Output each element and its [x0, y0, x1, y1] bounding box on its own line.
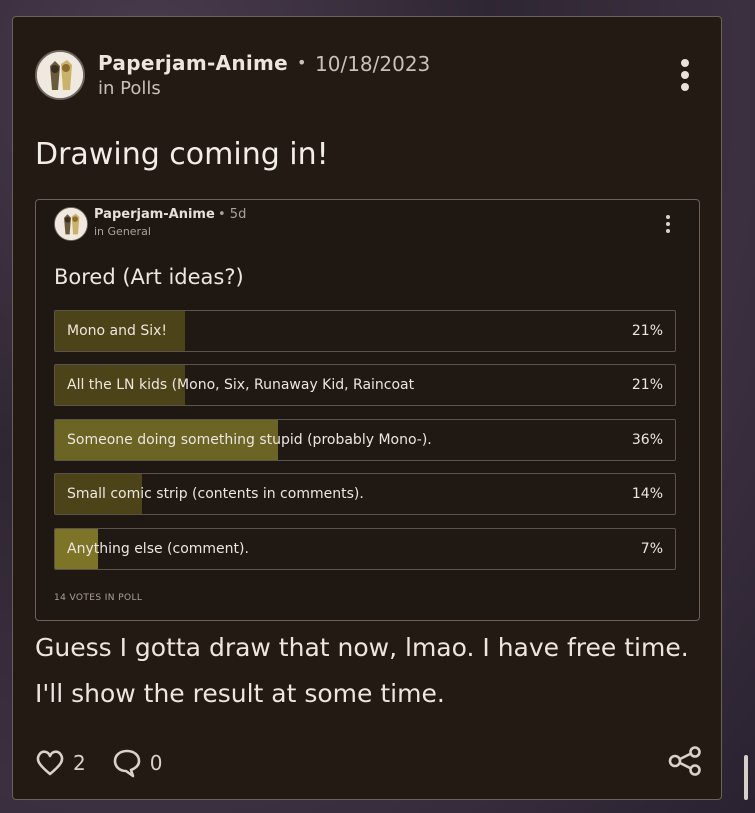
share-button[interactable] — [668, 746, 702, 780]
poll-option[interactable]: All the LN kids (Mono, Six, Runaway Kid,… — [54, 364, 676, 406]
post-category[interactable]: in Polls — [98, 78, 161, 99]
author-name[interactable]: Paperjam-Anime — [98, 51, 288, 75]
post-title: Drawing coming in! — [35, 137, 329, 172]
poll-option-percent: 21% — [631, 377, 663, 393]
shared-post-category: in General — [94, 225, 151, 238]
share-icon — [668, 746, 701, 776]
speech-bubble-icon — [113, 749, 141, 778]
poll-option-label: Someone doing something stupid (probably… — [67, 432, 432, 448]
shared-author-name: Paperjam-Anime — [94, 207, 215, 222]
heart-icon — [36, 750, 64, 776]
poll-option[interactable]: Someone doing something stupid (probably… — [54, 419, 676, 461]
post-body-line: Guess I gotta draw that now, lmao. I hav… — [35, 633, 689, 662]
post-actions: 2 0 — [35, 745, 188, 781]
poll-option[interactable]: Anything else (comment). 7% — [54, 528, 676, 570]
poll-option-percent: 21% — [631, 323, 663, 339]
meta-separator: • — [297, 53, 307, 72]
poll-option-label: Mono and Six! — [67, 323, 167, 339]
post-body-line: I'll show the result at some time. — [35, 679, 445, 708]
like-count: 2 — [73, 751, 86, 775]
poll-vote-count: 14 VOTES IN POLL — [54, 593, 143, 603]
poll-option-percent: 7% — [640, 541, 663, 557]
scrollbar-thumb[interactable] — [744, 755, 748, 800]
poll-option-percent: 36% — [631, 432, 663, 448]
poll-option-label: Anything else (comment). — [67, 541, 249, 557]
post-card: Paperjam-Anime • 10/18/2023 in Polls Dra… — [12, 16, 722, 800]
poll-option[interactable]: Small comic strip (contents in comments)… — [54, 473, 676, 515]
comment-button[interactable]: 0 — [112, 748, 163, 778]
more-options-icon[interactable] — [675, 59, 695, 95]
poll-option-label: Small comic strip (contents in comments)… — [67, 486, 364, 502]
like-button[interactable]: 2 — [35, 749, 86, 777]
avatar[interactable] — [35, 50, 85, 100]
shared-avatar — [54, 207, 88, 241]
shared-more-options-icon — [663, 215, 673, 235]
poll-option-label: All the LN kids (Mono, Six, Runaway Kid,… — [67, 377, 415, 393]
post-date: 10/18/2023 — [315, 52, 431, 76]
shared-post-age: • 5d — [218, 207, 247, 222]
shared-poll-embed[interactable]: Paperjam-Anime • 5d in General Bored (Ar… — [35, 199, 700, 621]
comment-count: 0 — [149, 751, 163, 775]
poll-option[interactable]: Mono and Six! 21% — [54, 310, 676, 352]
poll-title: Bored (Art ideas?) — [54, 265, 244, 289]
post-body: Guess I gotta draw that now, lmao. I hav… — [35, 625, 705, 717]
poll-option-percent: 14% — [631, 486, 663, 502]
